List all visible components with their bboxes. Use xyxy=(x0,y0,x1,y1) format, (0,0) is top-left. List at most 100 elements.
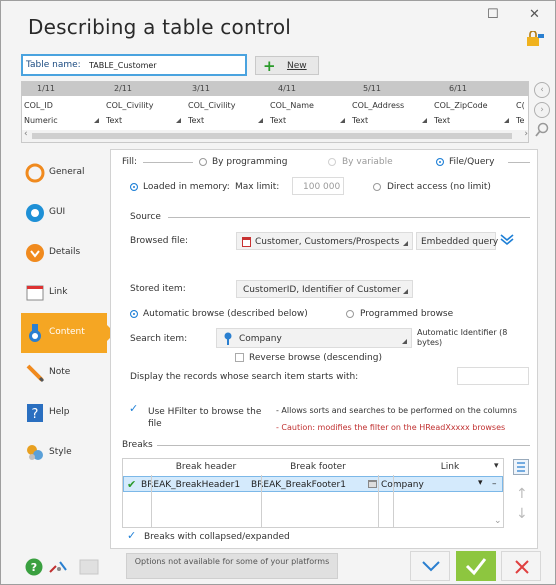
scroll-down-icon[interactable]: ⌄ xyxy=(494,516,502,526)
file-query-radio[interactable] xyxy=(436,158,444,166)
programmed-browse-label[interactable]: Programmed browse xyxy=(360,309,453,319)
use-hfilter-label[interactable]: Use HFilter to browse the file xyxy=(148,406,266,430)
break-footer-cell[interactable]: BREAK_BreakFooter1 xyxy=(251,480,346,490)
sidebar-item-details[interactable]: Details xyxy=(21,233,107,273)
col-name[interactable]: COL_Name xyxy=(270,101,314,110)
sidebar-item-gui[interactable]: GUI xyxy=(21,193,107,233)
browsed-file-combo[interactable]: Customer, Customers/Prospects xyxy=(236,232,413,250)
col-type[interactable]: Text xyxy=(106,116,122,125)
remove-row-icon[interactable]: – xyxy=(492,479,497,489)
next-column-icon[interactable]: › xyxy=(534,102,550,118)
dropdown-arrow-icon[interactable] xyxy=(504,118,509,123)
automatic-browse-label[interactable]: Automatic browse (described below) xyxy=(143,309,308,319)
dropdown-arrow-icon[interactable] xyxy=(176,118,181,123)
link-icon xyxy=(26,285,44,301)
tools-icon[interactable] xyxy=(48,558,70,576)
table-row[interactable]: ✔ BREAK_BreakHeader1 BREAK_BreakFooter1 … xyxy=(123,476,503,492)
style-icon xyxy=(27,445,43,460)
divider xyxy=(151,475,152,527)
lock-icon[interactable] xyxy=(527,31,544,46)
search-item-note: Automatic Identifier (8 bytes) xyxy=(417,328,508,347)
hfilter-check-icon[interactable]: ✓ xyxy=(129,402,138,415)
loaded-in-memory-radio[interactable] xyxy=(130,183,138,191)
dropdown-arrow-icon[interactable] xyxy=(94,118,99,123)
search-icon[interactable] xyxy=(534,122,550,138)
previous-column-icon[interactable]: ‹ xyxy=(534,82,550,98)
by-programming-radio[interactable] xyxy=(199,158,207,166)
col-name[interactable]: COL_Civility xyxy=(188,101,235,110)
dropdown-arrow-icon[interactable] xyxy=(422,118,427,123)
ok-button[interactable] xyxy=(456,551,496,581)
scrollbar-thumb[interactable] xyxy=(32,133,512,139)
direct-access-radio[interactable] xyxy=(373,183,381,191)
columns-scrollbar[interactable]: ‹ › xyxy=(22,129,528,142)
reverse-browse-checkbox[interactable] xyxy=(235,353,244,362)
header-menu-icon[interactable]: ▾ xyxy=(494,461,499,471)
table-name-label: Table name: xyxy=(26,60,81,70)
sidebar-item-content[interactable]: Content xyxy=(21,313,115,353)
search-item-combo[interactable]: Company xyxy=(216,328,412,348)
reverse-browse-label[interactable]: Reverse browse (descending) xyxy=(249,353,382,363)
cancel-button[interactable] xyxy=(501,551,541,581)
col-type[interactable]: Numeric xyxy=(24,116,58,125)
starts-with-input[interactable] xyxy=(457,367,529,385)
by-variable-label: By variable xyxy=(342,157,393,167)
col-type[interactable]: Text xyxy=(434,116,450,125)
sidebar-item-help[interactable]: ? Help xyxy=(21,393,107,433)
break-header-cell[interactable]: BREAK_BreakHeader1 xyxy=(141,480,240,490)
col-name[interactable]: C( xyxy=(516,101,525,110)
col-name[interactable]: COL_Address xyxy=(352,101,404,110)
direct-access-label[interactable]: Direct access (no limit) xyxy=(387,182,491,192)
col-type[interactable]: Text xyxy=(352,116,368,125)
column-header[interactable]: Break footer xyxy=(263,459,373,475)
col-type[interactable]: Te xyxy=(516,116,524,125)
hfilter-note-1: - Allows sorts and searches to be perfor… xyxy=(276,406,517,415)
breaks-collapsed-label[interactable]: Breaks with collapsed/expanded xyxy=(144,532,290,542)
column-header[interactable]: Link xyxy=(395,459,505,475)
new-column-button[interactable]: + New xyxy=(255,56,319,75)
stored-item-combo[interactable]: CustomerID, Identifier of Customer xyxy=(236,280,413,298)
file-query-label[interactable]: File/Query xyxy=(449,157,494,167)
maximize-button[interactable]: ☐ xyxy=(487,7,499,22)
add-break-icon[interactable] xyxy=(513,459,529,475)
close-button[interactable]: ✕ xyxy=(529,7,540,22)
link-cell[interactable]: Company xyxy=(381,480,424,490)
scroll-left-icon[interactable]: ‹ xyxy=(24,129,28,139)
divider xyxy=(157,445,530,446)
table-name-input[interactable] xyxy=(87,58,243,72)
column-header[interactable]: Break header xyxy=(151,459,261,475)
dropdown-arrow-icon[interactable] xyxy=(340,118,345,123)
help-icon[interactable]: ? xyxy=(25,558,43,576)
window-title: Describing a table control xyxy=(28,15,292,39)
col-index: 1/11 xyxy=(37,84,55,93)
sidebar-item-note[interactable]: Note xyxy=(21,353,107,393)
col-name[interactable]: COL_ZipCode xyxy=(434,101,488,110)
col-name[interactable]: COL_Civility xyxy=(106,101,153,110)
sidebar-item-general[interactable]: General xyxy=(21,153,107,193)
loaded-in-memory-label[interactable]: Loaded in memory: xyxy=(143,182,230,192)
sidebar-item-link[interactable]: Link xyxy=(21,273,107,313)
row-dropdown-icon[interactable]: ▾ xyxy=(478,478,483,488)
chevron-down-icon[interactable] xyxy=(500,234,514,246)
dropdown-arrow-icon[interactable] xyxy=(258,118,263,123)
dropdown-button[interactable] xyxy=(410,551,450,581)
row-check-icon: ✔ xyxy=(127,478,137,491)
col-name[interactable]: COL_ID xyxy=(24,101,53,110)
col-type[interactable]: Text xyxy=(188,116,204,125)
fill-label: Fill: xyxy=(122,157,138,167)
max-limit-input[interactable]: 100 000 xyxy=(292,177,344,195)
collapsed-check-icon[interactable]: ✓ xyxy=(127,529,136,542)
sidebar-item-style[interactable]: Style xyxy=(21,433,107,473)
automatic-browse-radio[interactable] xyxy=(130,310,138,318)
col-type[interactable]: Text xyxy=(270,116,286,125)
sidebar: General GUI Details Link Content Note ? … xyxy=(21,149,115,549)
scroll-right-icon[interactable]: › xyxy=(524,129,528,139)
by-programming-label[interactable]: By programming xyxy=(212,157,287,167)
programmed-browse-radio[interactable] xyxy=(346,310,354,318)
move-up-icon[interactable]: ↑ xyxy=(516,486,528,502)
stored-item-value: CustomerID, Identifier of Customer xyxy=(243,285,401,295)
embedded-query-button[interactable]: Embedded query xyxy=(416,232,498,250)
breaks-grid[interactable]: Break header Break footer Link ▾ ✔ BREAK… xyxy=(122,458,504,528)
columns-grid[interactable]: 1/11 2/11 3/11 4/11 5/11 6/11 COL_ID COL… xyxy=(21,81,529,143)
move-down-icon[interactable]: ↓ xyxy=(516,506,528,522)
